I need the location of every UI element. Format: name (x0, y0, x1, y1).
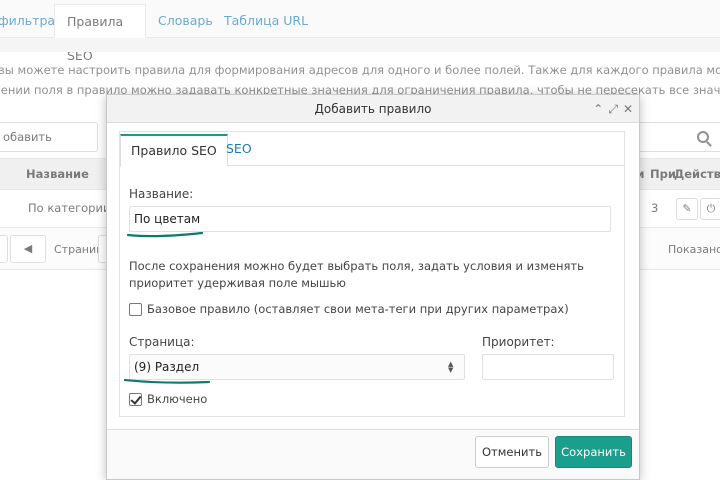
add-rule-dialog: Добавить правило ⌃ ⤢ ✕ Правило SEO SEO Наз… (106, 94, 640, 480)
dialog-tabs: Правило SEO SEO (120, 132, 624, 167)
base-rule-label: Базовое правило (оставляет свои мета-тег… (147, 302, 569, 316)
priority-label: Приоритет: (482, 335, 555, 349)
tab-seo[interactable]: SEO (216, 134, 262, 166)
name-label: Название: (129, 187, 194, 201)
close-icon[interactable]: ✕ (623, 102, 633, 116)
dialog-controls: ⌃ ⤢ ✕ (588, 95, 633, 123)
cancel-button[interactable]: Отменить (475, 436, 549, 468)
dialog-footer: Отменить Сохранить (107, 429, 639, 479)
page-label: Страница: (129, 335, 195, 349)
tab-seo-rule[interactable]: Правило SEO (120, 134, 228, 167)
dialog-title: Добавить правило (314, 102, 432, 116)
save-button[interactable]: Сохранить (555, 436, 632, 468)
dialog-form-panel: Правило SEO SEO Название: По цветам Посл… (119, 131, 625, 417)
base-rule-checkbox[interactable] (129, 303, 142, 316)
dialog-header[interactable]: Добавить правило ⌃ ⤢ ✕ (107, 95, 639, 123)
enabled-checkbox[interactable] (129, 393, 142, 406)
maximize-icon[interactable]: ⤢ (608, 102, 618, 116)
underline-annotation (126, 231, 204, 238)
name-value: По цветам (134, 212, 201, 226)
select-arrows-icon: ▲ ▼ (448, 360, 454, 374)
enabled-label: Включено (147, 392, 208, 406)
collapse-icon[interactable]: ⌃ (593, 102, 603, 116)
underline-annotation-2 (123, 378, 211, 384)
page-select-value: (9) Раздел (134, 360, 200, 374)
save-hint: После сохранения можно будет выбрать пол… (129, 259, 584, 290)
priority-input[interactable] (482, 354, 614, 380)
